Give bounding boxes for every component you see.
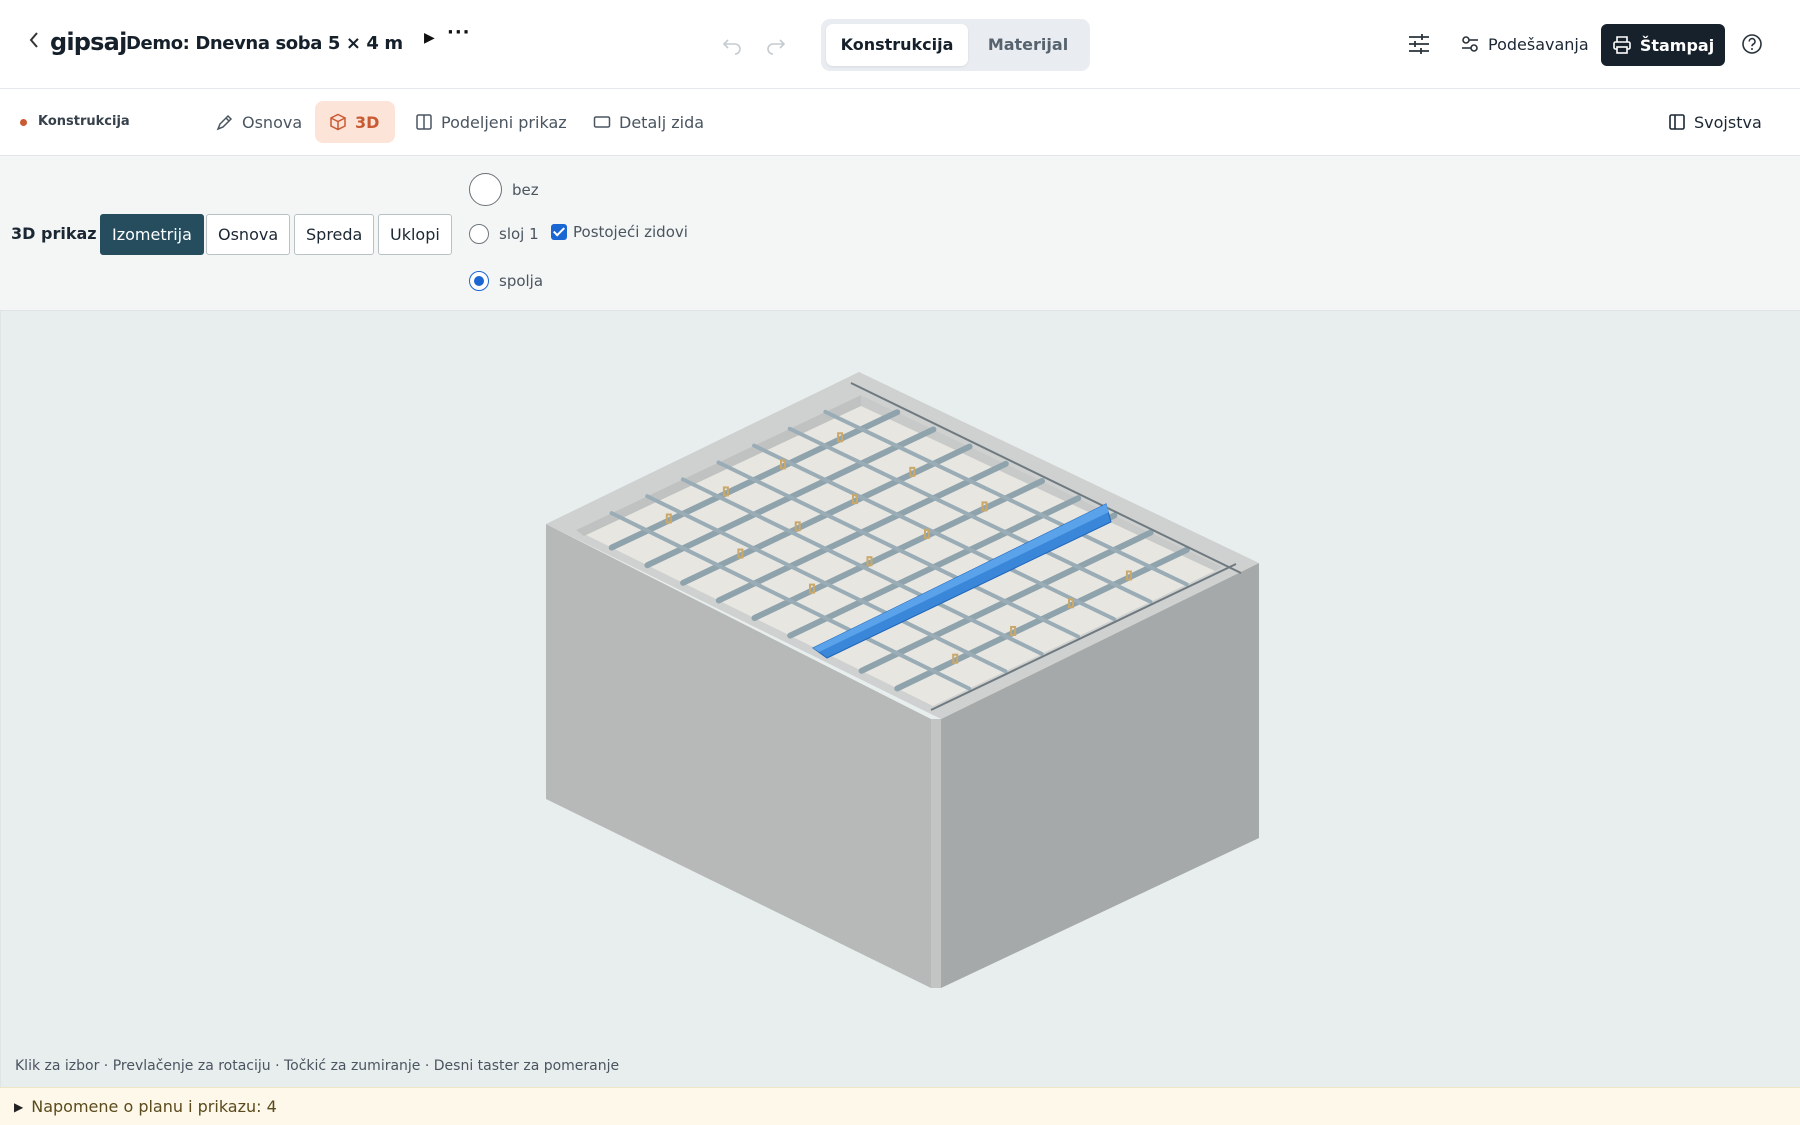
play-button[interactable]: ▶ (424, 30, 435, 46)
existing-walls-toggle[interactable]: Postojeći zidovi (551, 223, 688, 241)
layer-option-bez[interactable]: bez (469, 173, 539, 206)
more-dots-icon: ··· (447, 22, 471, 43)
undo-button[interactable] (720, 32, 744, 56)
settings-label: Podešavanja (1488, 34, 1589, 54)
wall-corner-edge (931, 719, 941, 988)
tab-detalj-zida[interactable]: Detalj zida (579, 101, 718, 143)
settings-button[interactable]: Podešavanja (1460, 24, 1589, 64)
redo-button[interactable] (764, 32, 788, 56)
settings-toggle-icon (1462, 36, 1478, 52)
spreda-button[interactable]: Spreda (294, 214, 375, 255)
tab-osnova[interactable]: Osnova (202, 101, 316, 143)
printer-icon (1613, 36, 1631, 54)
tab-podeljeni-label: Podeljeni prikaz (441, 112, 567, 132)
radio-sloj-1[interactable] (469, 224, 489, 244)
tab-podeljeni-prikaz[interactable]: Podeljeni prikaz (401, 101, 581, 143)
undo-icon (722, 39, 741, 55)
radio-spolja[interactable] (469, 271, 489, 291)
layer-option-spolja-label: spolja (499, 272, 544, 290)
view-toolbar: Konstrukcija Osnova 3D Podeljeni prikaz … (0, 89, 1800, 156)
context-status-dot (20, 119, 27, 126)
sliders-icon (1409, 34, 1429, 54)
tab-osnova-label: Osnova (242, 112, 303, 132)
uklopi-button[interactable]: Uklopi (378, 214, 452, 255)
tab-detalj-label: Detalj zida (619, 112, 705, 132)
3d-viewport[interactable]: Klik za izbor · Prevlačenje za rotaciju … (0, 311, 1800, 1087)
radio-bez[interactable] (469, 173, 502, 206)
context-label: Konstrukcija (38, 114, 130, 129)
izometrija-button[interactable]: Izometrija (100, 214, 204, 255)
play-icon: ▶ (424, 30, 435, 46)
notes-toggle[interactable]: ▶ Napomene o planu i prikazu: 4 (0, 1087, 1800, 1125)
properties-label: Svojstva (1694, 112, 1762, 132)
viewport-hint: Klik za izbor · Prevlačenje za rotaciju … (15, 1058, 620, 1074)
more-button[interactable]: ··· (447, 22, 471, 43)
properties-toggle[interactable]: Svojstva (1668, 101, 1762, 143)
osnova-view-button[interactable]: Osnova (206, 214, 291, 255)
chevron-left-icon (29, 32, 38, 48)
layer-option-sloj-label: sloj 1 (499, 225, 539, 243)
existing-walls-label: Postojeći zidovi (573, 223, 688, 241)
room-3d-scene[interactable] (1, 311, 1800, 1051)
brand-logo[interactable]: gipsaj (50, 28, 127, 56)
help-circle-icon (1742, 34, 1762, 54)
tab-3d[interactable]: 3D (315, 101, 395, 143)
controls-title: 3D prikaz (11, 224, 97, 243)
back-button[interactable] (22, 30, 46, 58)
notes-label: Napomene o planu i prikazu: 4 (31, 1097, 277, 1116)
print-label: Štampaj (1639, 35, 1715, 55)
tab-konstrukcija[interactable]: Konstrukcija (826, 24, 968, 66)
view-controls: 3D prikaz Izometrija Osnova Spreda Uklop… (0, 156, 1800, 311)
wall-rect-icon (593, 116, 611, 128)
mode-switch: Konstrukcija Materijal (821, 19, 1090, 71)
tab-materijal[interactable]: Materijal (971, 24, 1085, 66)
tab-3d-label: 3D (355, 112, 380, 132)
expand-triangle-icon: ▶ (14, 1099, 24, 1114)
redo-icon (767, 39, 786, 55)
panel-icon (1669, 114, 1685, 130)
help-button[interactable] (1741, 33, 1765, 57)
existing-walls-checkbox[interactable] (551, 224, 567, 240)
sliders-button[interactable] (1406, 32, 1432, 56)
app-header: gipsaj Demo: Dnevna soba 5 × 4 m ▶ ··· K… (0, 0, 1800, 89)
pen-icon (216, 114, 233, 131)
layer-option-bez-label: bez (512, 180, 539, 199)
layer-option-sloj-1[interactable]: sloj 1 (469, 224, 539, 244)
document-title[interactable]: Demo: Dnevna soba 5 × 4 m (126, 33, 403, 54)
print-button[interactable]: Štampaj (1601, 24, 1725, 66)
layer-option-spolja[interactable]: spolja (469, 271, 543, 291)
cube-icon (330, 113, 346, 131)
split-view-icon (416, 114, 432, 130)
